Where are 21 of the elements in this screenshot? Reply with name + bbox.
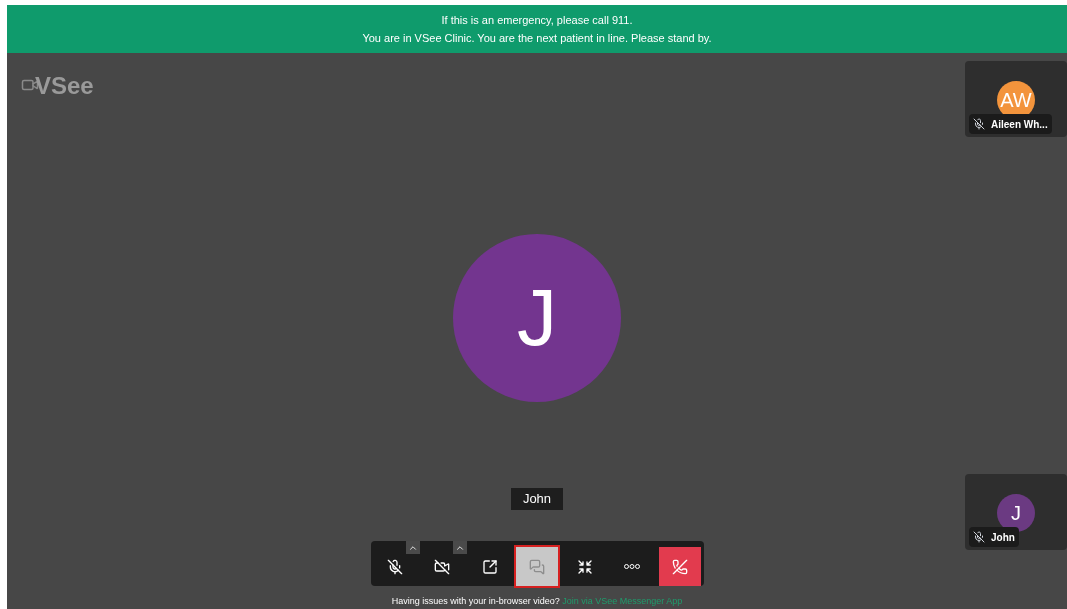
participant-tile[interactable]: AW Aileen Wh...	[965, 61, 1067, 137]
chat-icon	[529, 558, 545, 575]
camera-off-icon	[434, 558, 450, 575]
help-text: Having issues with your in-browser video? Join via VSee Messenger App	[391, 595, 683, 608]
menu-caret[interactable]	[405, 541, 420, 554]
hang-up-button[interactable]	[658, 547, 701, 586]
participant-name: Aileen Wh...	[991, 117, 1048, 132]
participant-avatar: J	[453, 234, 621, 402]
participant-tile[interactable]: J John	[965, 474, 1067, 550]
menu-caret[interactable]	[453, 541, 467, 554]
avatar: J	[997, 494, 1035, 532]
hang-up-icon	[671, 558, 688, 575]
collapse-icon	[576, 558, 593, 575]
notice-text: You are in VSee Clinic. You are the next patient in line. Please stand by.	[362, 31, 712, 45]
notice-text: If this is an emergency, please call 911.	[441, 13, 633, 27]
participant-name: John	[991, 530, 1015, 545]
more-icon	[624, 564, 640, 569]
share-icon	[481, 558, 498, 575]
logo: VSee	[35, 71, 94, 101]
mic-off-icon	[386, 558, 403, 575]
participant-name-label: John	[510, 488, 564, 510]
